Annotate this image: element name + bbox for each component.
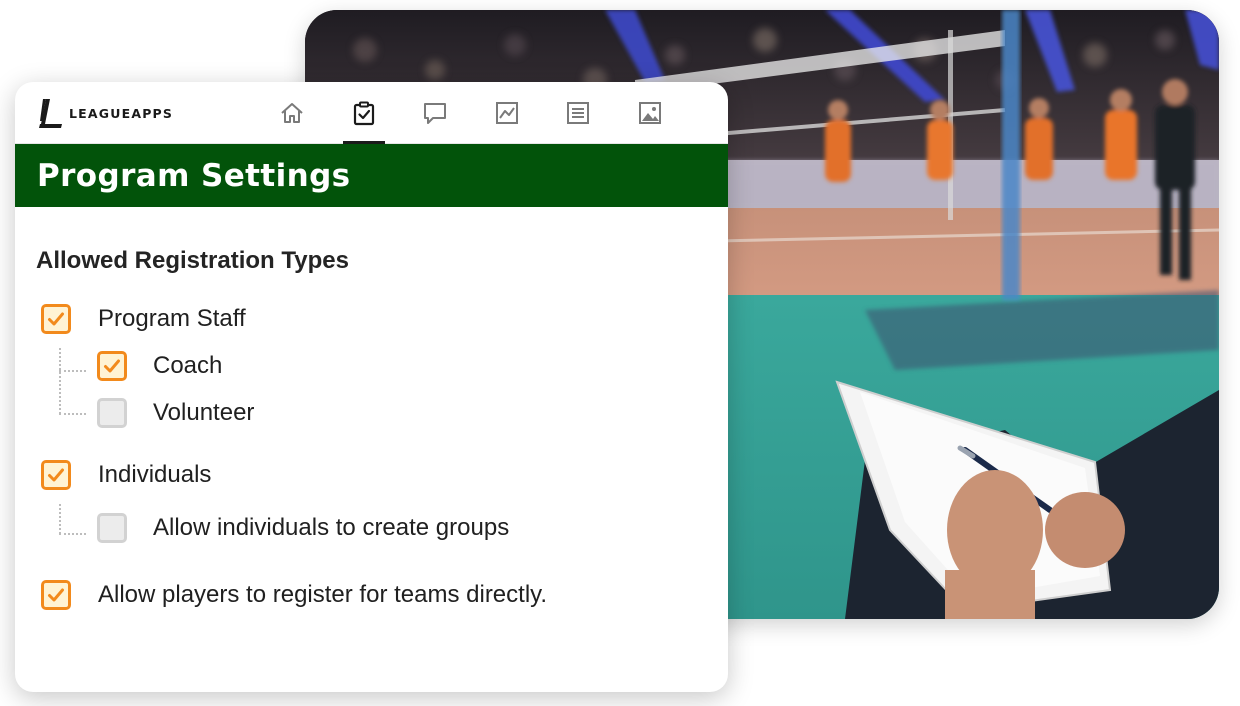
checkmark-icon: [104, 359, 120, 373]
program-settings-card: LEAGUEAPPS Program Settings Allowed Regi…: [15, 82, 728, 692]
home-icon: [281, 102, 303, 123]
chat-bubble-icon: [424, 102, 446, 124]
tab-messages[interactable]: [414, 82, 456, 143]
option-label: Allow individuals to create groups: [153, 514, 510, 541]
logo-text: LEAGUEAPPS: [69, 105, 174, 121]
tab-content[interactable]: [557, 82, 599, 143]
tab-registration-settings[interactable]: [342, 82, 385, 144]
tree-branch-coach: [59, 370, 86, 372]
checkbox[interactable]: [41, 580, 71, 610]
option-volunteer[interactable]: Volunteer: [97, 398, 254, 428]
tab-reports[interactable]: [486, 82, 528, 143]
clipboard-check-icon: [353, 101, 374, 125]
list-icon: [567, 101, 589, 124]
option-label: Program Staff: [98, 305, 246, 332]
checkbox[interactable]: [97, 513, 127, 543]
option-label: Volunteer: [153, 399, 255, 426]
image-icon: [638, 101, 661, 124]
option-individuals[interactable]: Individuals: [41, 460, 211, 490]
checkbox[interactable]: [41, 304, 71, 334]
checkbox[interactable]: [97, 398, 127, 428]
tree-connector-staff: [59, 348, 61, 414]
leagueapps-logo-mark: [39, 99, 62, 128]
option-label: Allow players to register for teams dire…: [98, 581, 548, 608]
option-program-staff[interactable]: Program Staff: [41, 304, 246, 334]
section-title: Allowed Registration Types: [36, 247, 349, 274]
page-header-banner: Program Settings: [15, 144, 728, 207]
page-title: Program Settings: [37, 157, 351, 194]
tree-branch-volunteer: [59, 413, 86, 415]
tab-home[interactable]: [271, 82, 313, 143]
option-label: Individuals: [98, 461, 212, 488]
tab-media[interactable]: [629, 82, 671, 143]
checkbox[interactable]: [41, 460, 71, 490]
option-register-teams[interactable]: Allow players to register for teams dire…: [41, 580, 547, 610]
nav-tabs: [271, 82, 700, 144]
checkmark-icon: [48, 312, 64, 326]
option-label: Coach: [153, 352, 223, 379]
option-coach[interactable]: Coach: [97, 351, 222, 381]
top-navigation-bar: LEAGUEAPPS: [15, 82, 728, 144]
checkbox[interactable]: [97, 351, 127, 381]
checkmark-icon: [48, 468, 64, 482]
tree-connector-individuals: [59, 504, 61, 534]
checkmark-icon: [48, 588, 64, 602]
chart-icon: [495, 101, 518, 124]
option-allow-groups[interactable]: Allow individuals to create groups: [97, 513, 509, 543]
leagueapps-logo[interactable]: LEAGUEAPPS: [37, 97, 173, 129]
tree-branch-groups: [59, 533, 86, 535]
